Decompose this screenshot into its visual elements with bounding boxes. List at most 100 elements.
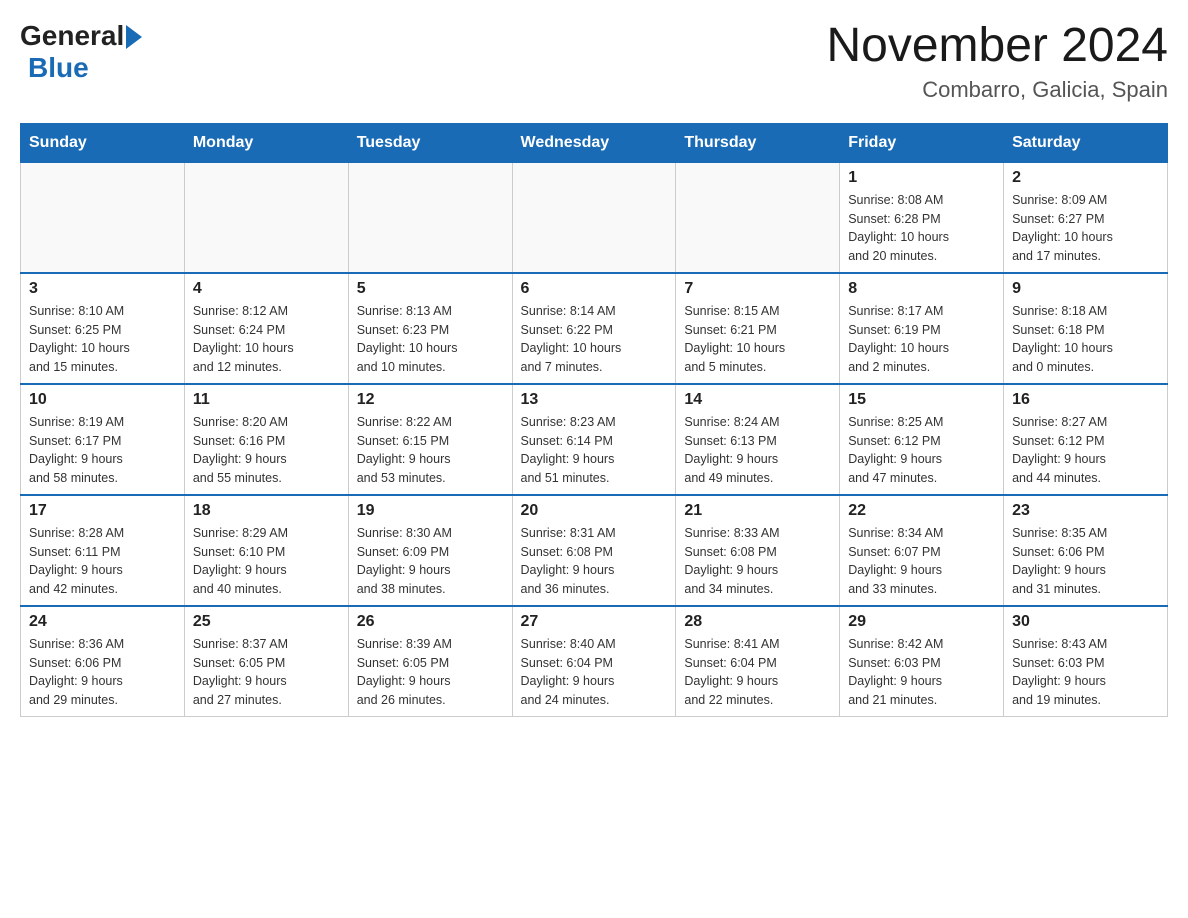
day-info: Sunrise: 8:20 AMSunset: 6:16 PMDaylight:…	[193, 413, 340, 488]
day-info: Sunrise: 8:43 AMSunset: 6:03 PMDaylight:…	[1012, 635, 1159, 710]
calendar-day: 10 Sunrise: 8:19 AMSunset: 6:17 PMDayligh…	[21, 384, 185, 495]
calendar-day	[348, 162, 512, 273]
day-number: 21	[684, 502, 831, 520]
calendar-header-wednesday: Wednesday	[512, 123, 676, 162]
logo-blue-text: Blue	[28, 52, 142, 84]
calendar-day: 20 Sunrise: 8:31 AMSunset: 6:08 PMDayligh…	[512, 495, 676, 606]
day-info: Sunrise: 8:17 AMSunset: 6:19 PMDaylight:…	[848, 302, 995, 377]
calendar-day: 22 Sunrise: 8:34 AMSunset: 6:07 PMDayligh…	[840, 495, 1004, 606]
day-info: Sunrise: 8:33 AMSunset: 6:08 PMDaylight:…	[684, 524, 831, 599]
page-header: General Blue November 2024 Combarro, Gal…	[20, 20, 1168, 103]
day-number: 22	[848, 502, 995, 520]
day-number: 16	[1012, 391, 1159, 409]
calendar-day: 25 Sunrise: 8:37 AMSunset: 6:05 PMDayligh…	[184, 606, 348, 717]
calendar-day: 27 Sunrise: 8:40 AMSunset: 6:04 PMDayligh…	[512, 606, 676, 717]
day-info: Sunrise: 8:22 AMSunset: 6:15 PMDaylight:…	[357, 413, 504, 488]
logo: General Blue	[20, 20, 142, 84]
calendar-header-sunday: Sunday	[21, 123, 185, 162]
day-number: 1	[848, 169, 995, 187]
day-number: 15	[848, 391, 995, 409]
day-number: 30	[1012, 613, 1159, 631]
calendar-day: 18Sunrise: 8:29 AMSunset: 6:10 PMDayligh…	[184, 495, 348, 606]
calendar-day: 24Sunrise: 8:36 AMSunset: 6:06 PMDayligh…	[21, 606, 185, 717]
calendar-week-3: 10 Sunrise: 8:19 AMSunset: 6:17 PMDayligh…	[21, 384, 1168, 495]
logo-arrow-icon	[126, 25, 142, 49]
calendar-day: 4Sunrise: 8:12 AMSunset: 6:24 PMDaylight…	[184, 273, 348, 384]
day-number: 5	[357, 280, 504, 298]
day-number: 3	[29, 280, 176, 298]
calendar-day: 26Sunrise: 8:39 AMSunset: 6:05 PMDayligh…	[348, 606, 512, 717]
calendar-day: 16 Sunrise: 8:27 AMSunset: 6:12 PMDayligh…	[1004, 384, 1168, 495]
calendar-day	[21, 162, 185, 273]
calendar-day: 6Sunrise: 8:14 AMSunset: 6:22 PMDaylight…	[512, 273, 676, 384]
calendar-table: SundayMondayTuesdayWednesdayThursdayFrid…	[20, 123, 1168, 717]
day-info: Sunrise: 8:31 AMSunset: 6:08 PMDaylight:…	[521, 524, 668, 599]
page-title: November 2024	[826, 20, 1168, 73]
day-number: 10	[29, 391, 176, 409]
calendar-day: 11 Sunrise: 8:20 AMSunset: 6:16 PMDayligh…	[184, 384, 348, 495]
day-info: Sunrise: 8:28 AMSunset: 6:11 PMDaylight:…	[29, 524, 176, 599]
day-number: 2	[1012, 169, 1159, 187]
day-info: Sunrise: 8:27 AMSunset: 6:12 PMDaylight:…	[1012, 413, 1159, 488]
calendar-header-saturday: Saturday	[1004, 123, 1168, 162]
day-info: Sunrise: 8:42 AMSunset: 6:03 PMDaylight:…	[848, 635, 995, 710]
day-number: 17	[29, 502, 176, 520]
day-info: Sunrise: 8:14 AMSunset: 6:22 PMDaylight:…	[521, 302, 668, 377]
calendar-day: 15Sunrise: 8:25 AMSunset: 6:12 PMDayligh…	[840, 384, 1004, 495]
day-number: 18	[193, 502, 340, 520]
day-number: 7	[684, 280, 831, 298]
day-number: 23	[1012, 502, 1159, 520]
calendar-day: 28Sunrise: 8:41 AMSunset: 6:04 PMDayligh…	[676, 606, 840, 717]
day-number: 27	[521, 613, 668, 631]
calendar-day: 8 Sunrise: 8:17 AMSunset: 6:19 PMDaylight…	[840, 273, 1004, 384]
day-info: Sunrise: 8:12 AMSunset: 6:24 PMDaylight:…	[193, 302, 340, 377]
calendar-week-5: 24Sunrise: 8:36 AMSunset: 6:06 PMDayligh…	[21, 606, 1168, 717]
day-number: 14	[684, 391, 831, 409]
day-number: 25	[193, 613, 340, 631]
calendar-day: 21 Sunrise: 8:33 AMSunset: 6:08 PMDayligh…	[676, 495, 840, 606]
day-info: Sunrise: 8:36 AMSunset: 6:06 PMDaylight:…	[29, 635, 176, 710]
logo-general-text: General	[20, 20, 124, 52]
calendar-day: 30 Sunrise: 8:43 AMSunset: 6:03 PMDayligh…	[1004, 606, 1168, 717]
day-number: 8	[848, 280, 995, 298]
calendar-week-1: 1Sunrise: 8:08 AMSunset: 6:28 PMDaylight…	[21, 162, 1168, 273]
calendar-day: 12 Sunrise: 8:22 AMSunset: 6:15 PMDayligh…	[348, 384, 512, 495]
calendar-day: 2 Sunrise: 8:09 AMSunset: 6:27 PMDaylight…	[1004, 162, 1168, 273]
calendar-day: 19Sunrise: 8:30 AMSunset: 6:09 PMDayligh…	[348, 495, 512, 606]
day-info: Sunrise: 8:39 AMSunset: 6:05 PMDaylight:…	[357, 635, 504, 710]
calendar-day: 9 Sunrise: 8:18 AMSunset: 6:18 PMDaylight…	[1004, 273, 1168, 384]
calendar-header-monday: Monday	[184, 123, 348, 162]
day-info: Sunrise: 8:35 AMSunset: 6:06 PMDaylight:…	[1012, 524, 1159, 599]
calendar-header-row: SundayMondayTuesdayWednesdayThursdayFrid…	[21, 123, 1168, 162]
calendar-day	[184, 162, 348, 273]
day-number: 13	[521, 391, 668, 409]
calendar-day: 13Sunrise: 8:23 AMSunset: 6:14 PMDayligh…	[512, 384, 676, 495]
day-info: Sunrise: 8:09 AMSunset: 6:27 PMDaylight:…	[1012, 191, 1159, 266]
day-info: Sunrise: 8:15 AMSunset: 6:21 PMDaylight:…	[684, 302, 831, 377]
calendar-day: 29 Sunrise: 8:42 AMSunset: 6:03 PMDayligh…	[840, 606, 1004, 717]
day-number: 29	[848, 613, 995, 631]
title-section: November 2024 Combarro, Galicia, Spain	[826, 20, 1168, 103]
day-number: 19	[357, 502, 504, 520]
day-info: Sunrise: 8:37 AMSunset: 6:05 PMDaylight:…	[193, 635, 340, 710]
day-info: Sunrise: 8:40 AMSunset: 6:04 PMDaylight:…	[521, 635, 668, 710]
calendar-week-4: 17 Sunrise: 8:28 AMSunset: 6:11 PMDayligh…	[21, 495, 1168, 606]
calendar-header-friday: Friday	[840, 123, 1004, 162]
day-number: 12	[357, 391, 504, 409]
calendar-day	[676, 162, 840, 273]
calendar-day	[512, 162, 676, 273]
day-info: Sunrise: 8:19 AMSunset: 6:17 PMDaylight:…	[29, 413, 176, 488]
calendar-day: 5 Sunrise: 8:13 AMSunset: 6:23 PMDaylight…	[348, 273, 512, 384]
day-number: 9	[1012, 280, 1159, 298]
calendar-week-2: 3 Sunrise: 8:10 AMSunset: 6:25 PMDaylight…	[21, 273, 1168, 384]
day-number: 20	[521, 502, 668, 520]
day-info: Sunrise: 8:13 AMSunset: 6:23 PMDaylight:…	[357, 302, 504, 377]
day-number: 11	[193, 391, 340, 409]
calendar-day: 3 Sunrise: 8:10 AMSunset: 6:25 PMDaylight…	[21, 273, 185, 384]
day-info: Sunrise: 8:34 AMSunset: 6:07 PMDaylight:…	[848, 524, 995, 599]
day-info: Sunrise: 8:10 AMSunset: 6:25 PMDaylight:…	[29, 302, 176, 377]
day-info: Sunrise: 8:24 AMSunset: 6:13 PMDaylight:…	[684, 413, 831, 488]
day-number: 28	[684, 613, 831, 631]
page-subtitle: Combarro, Galicia, Spain	[826, 77, 1168, 103]
day-info: Sunrise: 8:18 AMSunset: 6:18 PMDaylight:…	[1012, 302, 1159, 377]
